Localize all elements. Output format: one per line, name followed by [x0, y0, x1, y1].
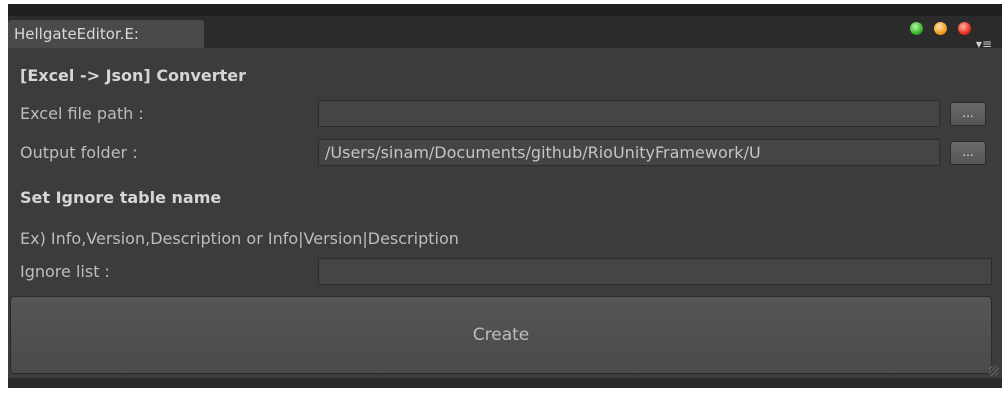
excel-file-path-label: Excel file path : — [20, 104, 144, 123]
converter-panel: [Excel -> Json] Converter Excel file pat… — [8, 48, 1002, 378]
tab-bar: HellgateEditor.E: ▾≡ — [8, 16, 1002, 50]
ignore-section-title: Set Ignore table name — [20, 188, 222, 207]
window-tab[interactable]: HellgateEditor.E: — [8, 20, 204, 48]
excel-browse-button[interactable]: ... — [950, 102, 986, 126]
ignore-list-label: Ignore list : — [20, 262, 110, 281]
editor-window: HellgateEditor.E: ▾≡ [Excel -> Json] Con… — [8, 4, 1002, 388]
resize-grip-icon[interactable] — [989, 366, 999, 376]
background-strip-bottom — [8, 378, 1002, 388]
ignore-list-input[interactable] — [318, 258, 992, 285]
maximize-icon[interactable] — [910, 22, 923, 35]
close-icon[interactable] — [958, 22, 971, 35]
output-browse-button[interactable]: ... — [950, 141, 986, 165]
background-strip-top — [8, 4, 1002, 16]
output-folder-input[interactable]: /Users/sinam/Documents/github/RioUnityFr… — [318, 139, 940, 166]
output-folder-label: Output folder : — [20, 143, 138, 162]
excel-file-path-input[interactable] — [318, 100, 940, 127]
create-button[interactable]: Create — [10, 296, 992, 374]
ignore-example-text: Ex) Info,Version,Description or Info|Ver… — [20, 229, 459, 248]
converter-title: [Excel -> Json] Converter — [20, 66, 246, 85]
minimize-icon[interactable] — [934, 22, 947, 35]
